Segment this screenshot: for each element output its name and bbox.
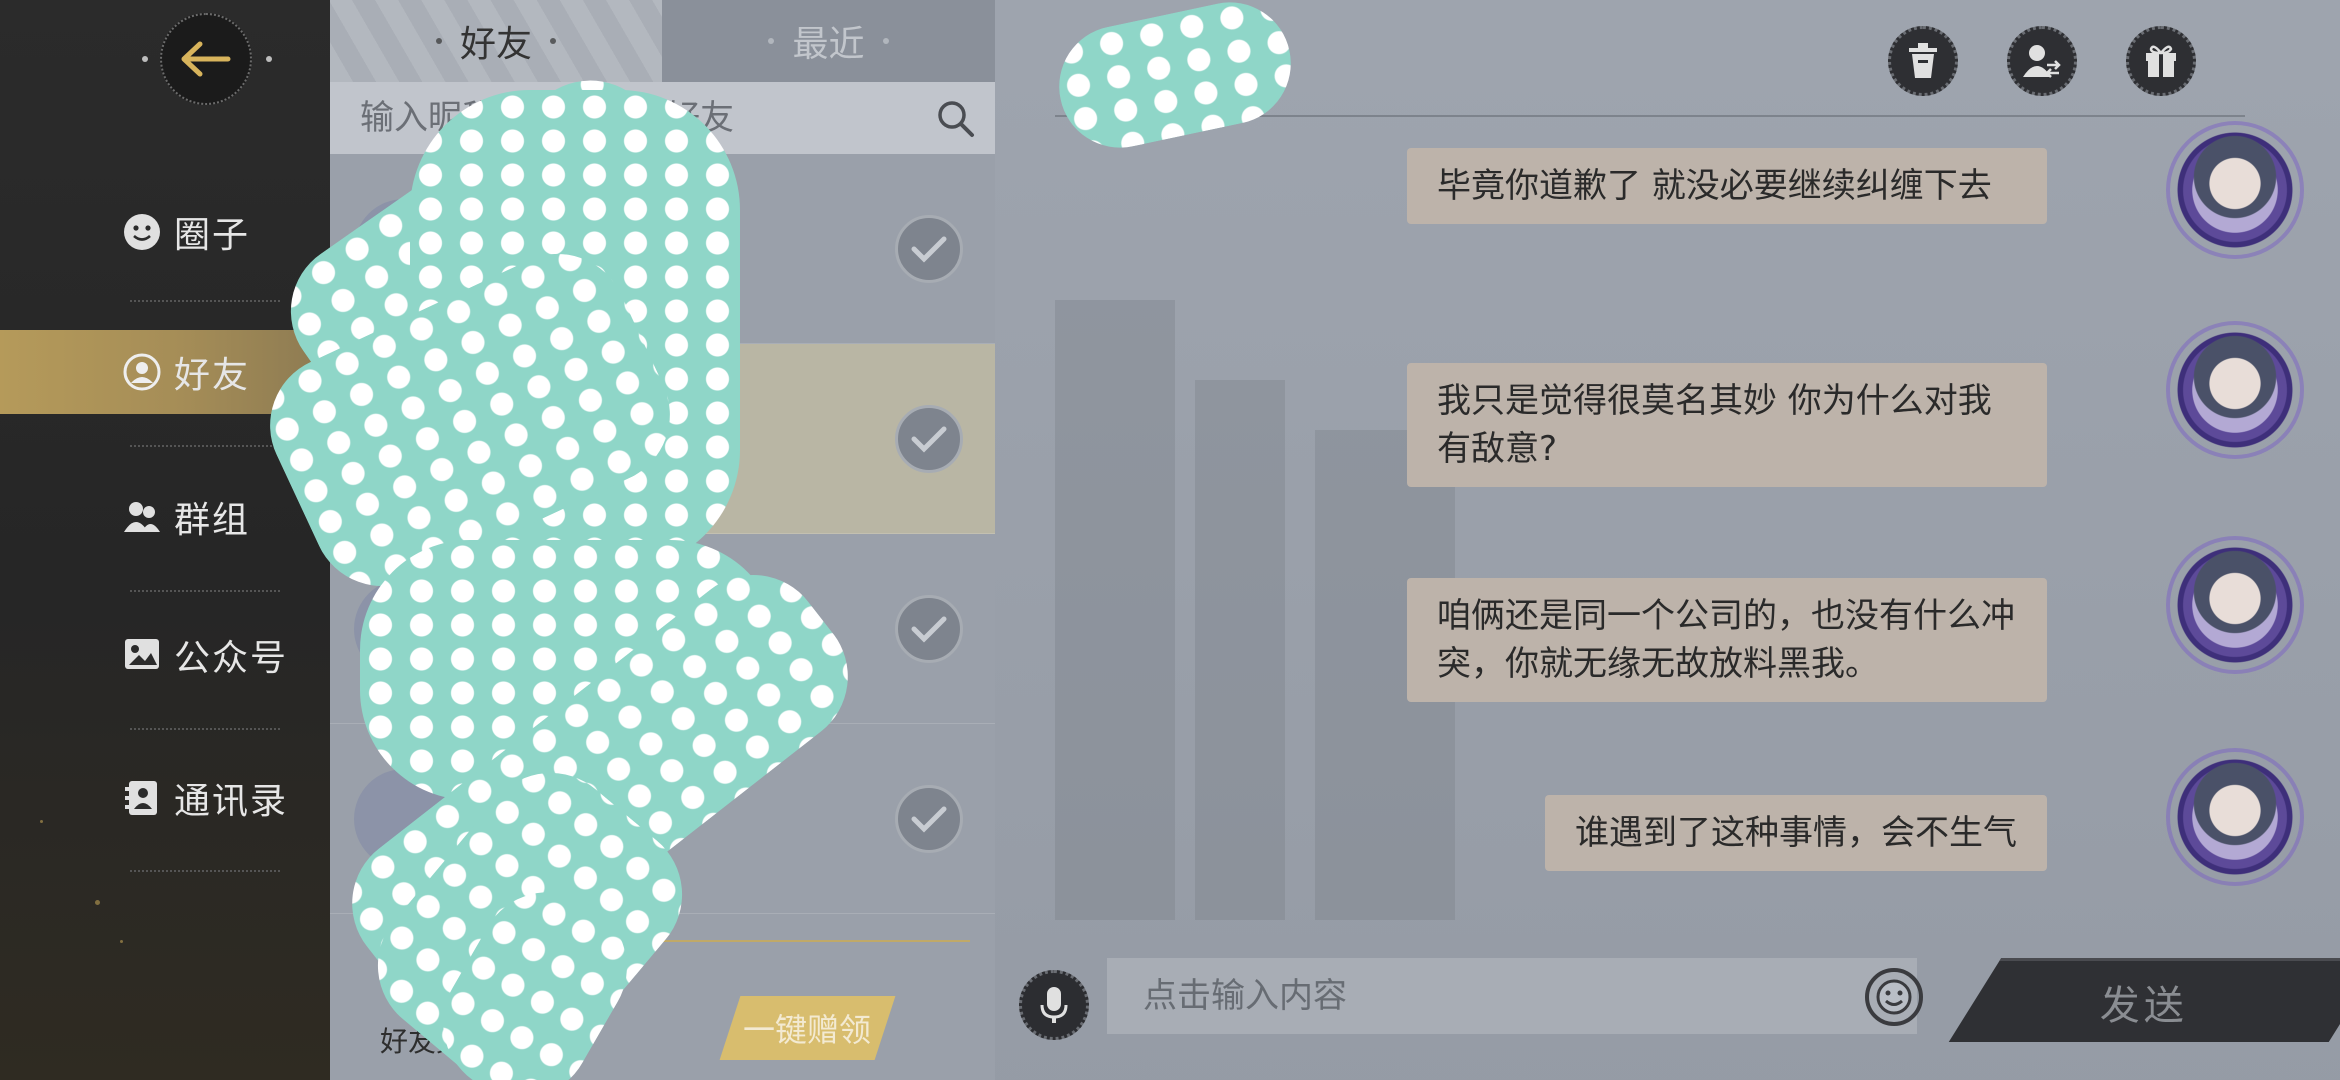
- back-button[interactable]: [160, 13, 252, 105]
- dot-decoration: [435, 38, 442, 44]
- gift-check-button[interactable]: [895, 784, 963, 853]
- sidebar-item-label: 好友: [174, 355, 251, 396]
- sparkle-decoration: [120, 940, 123, 943]
- emoji-icon: [1876, 979, 1912, 1015]
- gift-check-button[interactable]: [895, 404, 963, 473]
- dot-decoration: [142, 56, 148, 62]
- message-bubble: 咱俩还是同一个公司的，也没有什么冲突，你就无缘无故放料黑我。: [1407, 578, 2047, 702]
- dot-decoration: [266, 56, 272, 62]
- gift-button[interactable]: [2126, 26, 2196, 96]
- gift-check-button[interactable]: [895, 594, 963, 663]
- tab-friends[interactable]: 好友: [330, 0, 662, 82]
- sidebar-item-label: 圈子: [174, 215, 251, 256]
- chat-message: 咱俩还是同一个公司的，也没有什么冲突，你就无缘无故放料黑我。: [1407, 578, 2047, 702]
- dot-decoration: [768, 38, 775, 44]
- delete-button[interactable]: [1888, 26, 1958, 96]
- sidebar-item-official-accounts[interactable]: 公众号: [0, 613, 330, 697]
- chat-input-bar: 发送: [995, 940, 2340, 1080]
- gift-all-label: 一键赠领: [743, 1011, 872, 1049]
- contacts-book-icon: [122, 778, 162, 818]
- gift-icon: [2146, 45, 2176, 77]
- divider: [130, 590, 280, 592]
- tab-bar: 好友 最近: [330, 0, 995, 82]
- chat-message: 谁遇到了这种事情，会不生气: [1545, 795, 2047, 871]
- smiley-icon: [122, 212, 162, 252]
- check-icon: [911, 616, 947, 643]
- sidebar-item-label: 公众号: [174, 638, 289, 679]
- search-icon[interactable]: [925, 88, 985, 148]
- message-input[interactable]: [1107, 958, 1917, 1034]
- avatar[interactable]: [2170, 540, 2300, 670]
- chat-area: 毕竟你道歉了 就没必要继续纠缠下去 我只是觉得很莫名其妙 你为什么对我有敌意? …: [995, 0, 2340, 1080]
- background-decoration: [1195, 380, 1285, 920]
- message-bubble: 谁遇到了这种事情，会不生气: [1545, 795, 2047, 871]
- send-label: 发送: [2100, 982, 2189, 1029]
- tab-label: 最近: [792, 24, 865, 65]
- divider: [130, 445, 280, 447]
- emoji-button[interactable]: [1865, 968, 1923, 1026]
- sidebar-item-contacts[interactable]: 通讯录: [0, 756, 330, 840]
- switch-user-icon: [2023, 45, 2061, 78]
- chat-message: 我只是觉得很莫名其妙 你为什么对我有敌意?: [1407, 363, 2047, 487]
- check-icon: [911, 426, 947, 453]
- divider: [130, 728, 280, 730]
- switch-user-button[interactable]: [2007, 26, 2077, 96]
- voice-button[interactable]: [1019, 970, 1089, 1040]
- microphone-icon: [1040, 987, 1068, 1023]
- tab-recent[interactable]: 最近: [662, 0, 995, 82]
- send-button[interactable]: 发送: [1948, 958, 2340, 1042]
- back-control: [140, 10, 272, 110]
- dot-decoration: [882, 38, 889, 44]
- trash-icon: [1909, 43, 1937, 78]
- gift-all-button[interactable]: 一键赠领: [719, 996, 896, 1060]
- avatar[interactable]: [2170, 125, 2300, 255]
- group-icon: [122, 497, 162, 537]
- sidebar-item-groups[interactable]: 群组: [0, 475, 330, 559]
- avatar[interactable]: [2170, 752, 2300, 882]
- check-icon: [911, 236, 947, 263]
- dot-decoration: [550, 38, 556, 44]
- sidebar-item-label: 群组: [174, 500, 251, 541]
- tab-label: 好友: [459, 24, 532, 65]
- back-arrow-icon: [181, 41, 231, 77]
- gift-check-button[interactable]: [895, 214, 963, 283]
- sidebar-item-label: 通讯录: [174, 781, 289, 822]
- check-icon: [911, 806, 947, 833]
- avatar[interactable]: [2170, 325, 2300, 455]
- background-decoration: [1055, 300, 1175, 920]
- sparkle-decoration: [95, 900, 100, 905]
- chat-message: 毕竟你道歉了 就没必要继续纠缠下去: [1407, 148, 2047, 224]
- left-navigation: 圈子 好友 群组 公众号 通讯录: [0, 0, 330, 1080]
- sidebar-item-circle[interactable]: 圈子: [0, 190, 330, 274]
- friend-avatar-icon: [122, 352, 162, 392]
- picture-icon: [122, 635, 162, 675]
- message-bubble: 我只是觉得很莫名其妙 你为什么对我有敌意?: [1407, 363, 2047, 487]
- divider: [130, 870, 280, 872]
- divider: [130, 300, 280, 302]
- message-bubble: 毕竟你道歉了 就没必要继续纠缠下去: [1407, 148, 2047, 224]
